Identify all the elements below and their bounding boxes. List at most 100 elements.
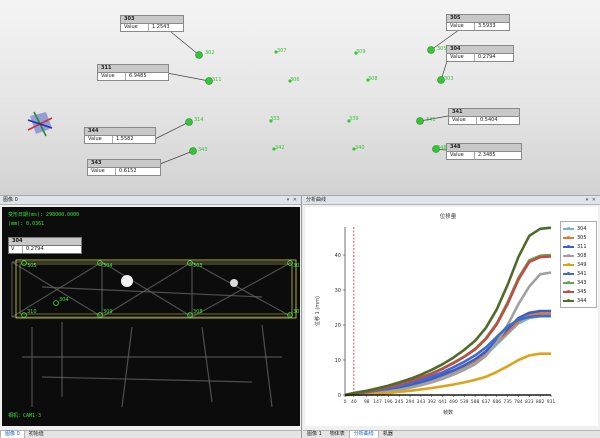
callout-311[interactable]: 311 Value 6.9485: [97, 64, 169, 81]
series-line-304: [344, 315, 551, 397]
overlay-strain-text: 变形日期(ms): 298000.0000: [8, 212, 80, 218]
callout-title: 304: [447, 46, 513, 54]
point-label: 342: [275, 145, 285, 151]
callout-label: Value: [98, 73, 126, 80]
callout-value: 0.6152: [119, 168, 137, 174]
point-label: 306: [290, 77, 300, 83]
callout-title: 341: [449, 109, 519, 117]
legend-item-344[interactable]: 344: [563, 296, 594, 305]
point-label: 307: [277, 48, 287, 54]
x-tick-label: 490: [449, 399, 458, 405]
callout-label: Value: [88, 168, 116, 175]
callout-title: 344: [85, 128, 155, 136]
image-point-label: 302: [293, 263, 300, 269]
image-point-label: 309: [103, 309, 113, 315]
legend-item-305[interactable]: 305: [563, 233, 594, 242]
x-tick-label: 441: [438, 399, 447, 405]
callout-344[interactable]: 344 Value 1.5582: [84, 127, 156, 144]
tracking-point: [185, 118, 193, 126]
callout-value: 1.2543: [152, 24, 170, 30]
series-line-305: [344, 312, 551, 397]
x-tick-label: 40: [351, 399, 357, 405]
panel-title: 分析曲线: [306, 197, 327, 203]
image-point-label: 305: [27, 263, 37, 269]
tab-image-0[interactable]: 图像 0: [0, 431, 25, 438]
callout-label: Value: [447, 23, 475, 30]
callout-title: 343: [88, 160, 160, 168]
image-panel: 图像 0 ▾ ✕ 305 304 303 302 310 309 308 301 304 变形日…: [0, 196, 302, 438]
point-label: 341: [426, 117, 436, 123]
camera-label: 相机：CAM1-3: [8, 413, 42, 419]
callout-label: Value: [449, 117, 477, 124]
point-label: 333: [270, 116, 280, 122]
panel-titlebar[interactable]: 分析曲线 ▾ ✕: [303, 196, 600, 205]
x-tick-label: 784: [514, 399, 523, 405]
y-tick-label: 40: [335, 253, 341, 259]
legend-item-343[interactable]: 343: [563, 278, 594, 287]
x-tick-label: 294: [406, 399, 415, 405]
callout-label: Value: [121, 24, 149, 31]
tracking-point: [416, 117, 424, 125]
tab-image-1[interactable]: 图像 1: [303, 431, 326, 438]
legend-item-345[interactable]: 345: [563, 287, 594, 296]
legend-label: 304: [577, 225, 587, 232]
x-tick-label: 147: [373, 399, 382, 405]
y-tick-label: 30: [335, 288, 341, 294]
x-tick-label: 343: [417, 399, 426, 405]
light-glare: [121, 275, 133, 287]
callout-343[interactable]: 343 Value 0.6152: [87, 159, 161, 176]
point-label: 339: [349, 116, 359, 122]
chart-area[interactable]: 位移量 0 10 20 30 40 0 40 98 147 196 245 294 343 392 441 49…: [305, 207, 598, 426]
panel-window-buttons[interactable]: ▾ ✕: [586, 196, 597, 205]
legend-label: 344: [577, 297, 587, 304]
legend-label: 308: [577, 252, 587, 259]
legend-item-304[interactable]: 304: [563, 224, 594, 233]
callout-value: 1.5582: [116, 136, 134, 142]
image-point-label: 304: [59, 297, 69, 303]
tab-initial-value[interactable]: 初始值: [25, 431, 48, 438]
x-tick-label: 588: [471, 399, 480, 405]
chart-legend: 304 305 311 308 349 341 343 345 344: [560, 221, 597, 308]
legend-swatch: [563, 289, 574, 293]
legend-item-308[interactable]: 308: [563, 251, 594, 260]
callout-304[interactable]: 304 Value 0.2794: [446, 45, 514, 62]
panel-titlebar[interactable]: 图像 0 ▾ ✕: [0, 196, 301, 205]
camera-image-view[interactable]: 305 304 303 302 310 309 308 301 304 变形日期(ms): 29…: [2, 207, 300, 426]
tab-object-table[interactable]: 物体表: [326, 431, 349, 438]
y-tick-label: 10: [335, 358, 341, 364]
leader-line: [154, 121, 190, 140]
callout-341[interactable]: 341 Value 0.5404: [448, 108, 520, 125]
legend-swatch: [563, 235, 574, 239]
x-tick-label: 637: [482, 399, 491, 405]
image-point-label: 301: [293, 309, 300, 315]
image-point-label: 308: [193, 309, 203, 315]
callout-305[interactable]: 305 Value 3.5933: [446, 14, 510, 31]
legend-item-349[interactable]: 349: [563, 260, 594, 269]
chart-canvas[interactable]: 位移量0102030400 40 98 147 196 245 294 343 392 441 49…: [305, 207, 598, 426]
callout-label: Value: [447, 54, 475, 61]
callout-title: 311: [98, 65, 168, 73]
point-label: 343: [198, 147, 208, 153]
panel-window-buttons[interactable]: ▾ ✕: [287, 196, 298, 205]
legend-label: 345: [577, 288, 587, 295]
callout-title: 303: [121, 16, 183, 24]
point-label: 348: [437, 145, 447, 151]
series-line-341: [344, 314, 551, 397]
x-tick-label: 686: [492, 399, 501, 405]
legend-item-311[interactable]: 311: [563, 242, 594, 251]
callout-303[interactable]: 303 Value 1.2543: [120, 15, 184, 32]
panel-tabs: 图像 0 初始值: [0, 430, 301, 438]
tracking-point: [427, 46, 435, 54]
viewport-3d[interactable]: 303 Value 1.2543 305 Value 3.5933 304 Valu…: [0, 0, 600, 196]
legend-item-341[interactable]: 341: [563, 269, 594, 278]
callout-title: 305: [447, 15, 509, 23]
callout-label: Value: [447, 152, 475, 159]
point-label: 303: [444, 76, 454, 82]
y-tick-label: 0: [338, 393, 341, 399]
tab-analysis-curve[interactable]: 分析曲线: [348, 431, 379, 438]
callout-348[interactable]: 348 Value 2.3485: [446, 143, 522, 160]
legend-swatch: [563, 280, 574, 284]
axis-gizmo-icon[interactable]: [27, 111, 53, 137]
tab-machine[interactable]: 机器: [379, 431, 397, 438]
image-callout-304[interactable]: 304 V 0.2794: [8, 237, 82, 254]
